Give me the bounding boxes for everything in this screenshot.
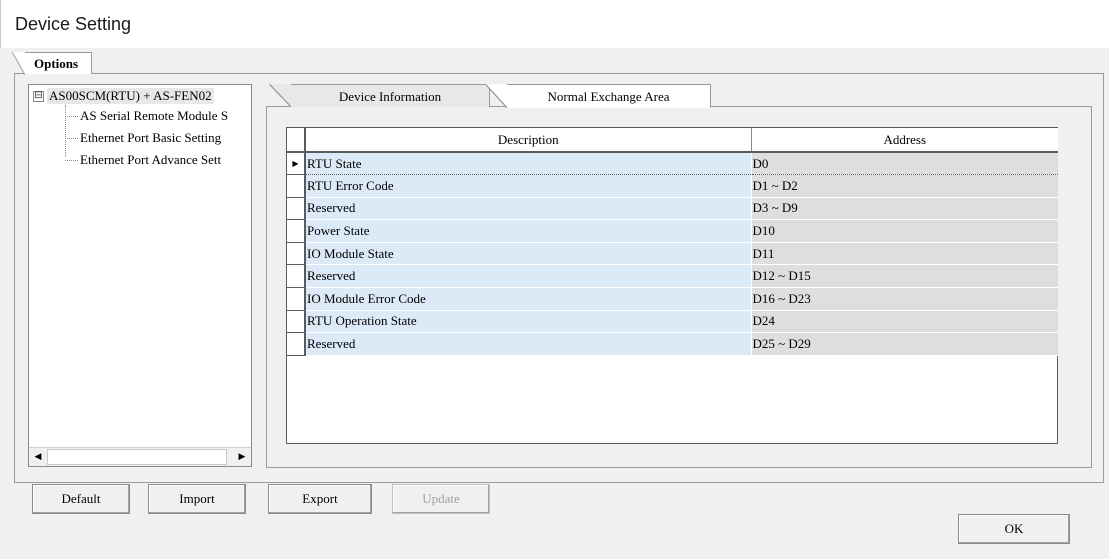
address-cell[interactable]: D1 ~ D2 [751,174,1058,198]
row-header-cell[interactable] [287,197,306,221]
description-cell[interactable]: RTU Operation State [305,310,752,334]
address-cell[interactable]: D11 [751,242,1058,266]
exchange-area-table: Description Address ▶ RTU State D0 RTU Erro… [287,128,1058,356]
table-body: ▶ RTU State D0 RTU Error Code D1 ~ D2 Reserve… [287,151,1058,356]
tree-item-serial-remote-module[interactable]: AS Serial Remote Module S [65,108,228,124]
row-header-cell[interactable] [287,219,306,243]
row-header-cell[interactable] [287,332,306,356]
table-row[interactable]: RTU Operation State D24 [287,310,1058,334]
description-cell[interactable]: Reserved [305,332,752,356]
tree-item-ethernet-advance[interactable]: Ethernet Port Advance Sett [65,152,221,168]
row-header-cell[interactable] [287,174,306,198]
row-header-cell[interactable] [287,264,306,289]
export-button[interactable]: Export [268,484,372,514]
ok-button[interactable]: OK [958,514,1070,544]
scroll-left-icon[interactable]: ◀ [29,448,47,466]
table-header-row: Description Address [287,128,1058,153]
tab-device-information[interactable]: Device Information [269,84,490,107]
table-row[interactable]: Reserved D25 ~ D29 [287,332,1058,356]
row-header-cell[interactable] [287,310,306,334]
device-tree[interactable]: ⊟ AS00SCM(RTU) + AS-FEN02 AS Serial Remo… [28,84,252,467]
description-cell[interactable]: IO Module State [305,242,752,266]
tab-options[interactable]: Options [12,52,92,75]
description-cell[interactable]: Reserved [305,197,752,221]
import-button[interactable]: Import [148,484,246,514]
tree-branch-line [65,159,78,161]
column-header-description[interactable]: Description [305,128,752,153]
scrollbar-thumb[interactable] [47,449,227,465]
description-cell[interactable]: Power State [305,219,752,243]
address-cell[interactable]: D0 [751,151,1058,176]
tree-horizontal-scrollbar[interactable]: ◀ ▶ [29,447,251,466]
table-row[interactable]: Reserved D12 ~ D15 [287,264,1058,289]
tree-branch-line [65,115,78,117]
tree-item-label[interactable]: Ethernet Port Basic Setting [80,130,221,146]
current-row-marker-icon[interactable]: ▶ [287,152,306,176]
description-cell[interactable]: IO Module Error Code [305,287,752,311]
scroll-right-icon[interactable]: ▶ [233,448,251,466]
address-cell[interactable]: D16 ~ D23 [751,287,1058,311]
table-row[interactable]: IO Module State D11 [287,242,1058,266]
exchange-area-grid[interactable]: Description Address ▶ RTU State D0 RTU Erro… [286,127,1058,444]
row-header-cell[interactable] [287,242,306,266]
collapse-icon[interactable]: ⊟ [33,90,44,102]
table-row[interactable]: Reserved D3 ~ D9 [287,197,1058,221]
table-row[interactable]: IO Module Error Code D16 ~ D23 [287,287,1058,311]
tab-normal-exchange-area[interactable]: Normal Exchange Area [485,84,711,108]
table-row[interactable]: ▶ RTU State D0 [287,151,1058,176]
description-cell[interactable]: RTU Error Code [305,174,752,198]
row-header-cell[interactable] [287,287,306,311]
tree-item-label[interactable]: AS Serial Remote Module S [80,108,228,124]
tree-root-item[interactable]: ⊟ AS00SCM(RTU) + AS-FEN02 [33,88,214,104]
tree-item-label[interactable]: Ethernet Port Advance Sett [80,152,221,168]
row-header-corner [287,128,306,153]
column-header-address[interactable]: Address [751,128,1058,153]
address-cell[interactable]: D12 ~ D15 [751,264,1058,289]
address-cell[interactable]: D10 [751,219,1058,243]
window-title: Device Setting [0,0,1109,48]
tree-branch-line [65,137,78,139]
update-button: Update [392,484,490,514]
table-row[interactable]: RTU Error Code D1 ~ D2 [287,174,1058,198]
tree-root-label[interactable]: AS00SCM(RTU) + AS-FEN02 [47,88,214,104]
table-row[interactable]: Power State D10 [287,219,1058,243]
address-cell[interactable]: D24 [751,310,1058,334]
description-cell[interactable]: Reserved [305,264,752,289]
description-cell[interactable]: RTU State [305,151,752,176]
address-cell[interactable]: D3 ~ D9 [751,197,1058,221]
tree-item-ethernet-basic[interactable]: Ethernet Port Basic Setting [65,130,221,146]
address-cell[interactable]: D25 ~ D29 [751,332,1058,356]
default-button[interactable]: Default [32,484,130,514]
